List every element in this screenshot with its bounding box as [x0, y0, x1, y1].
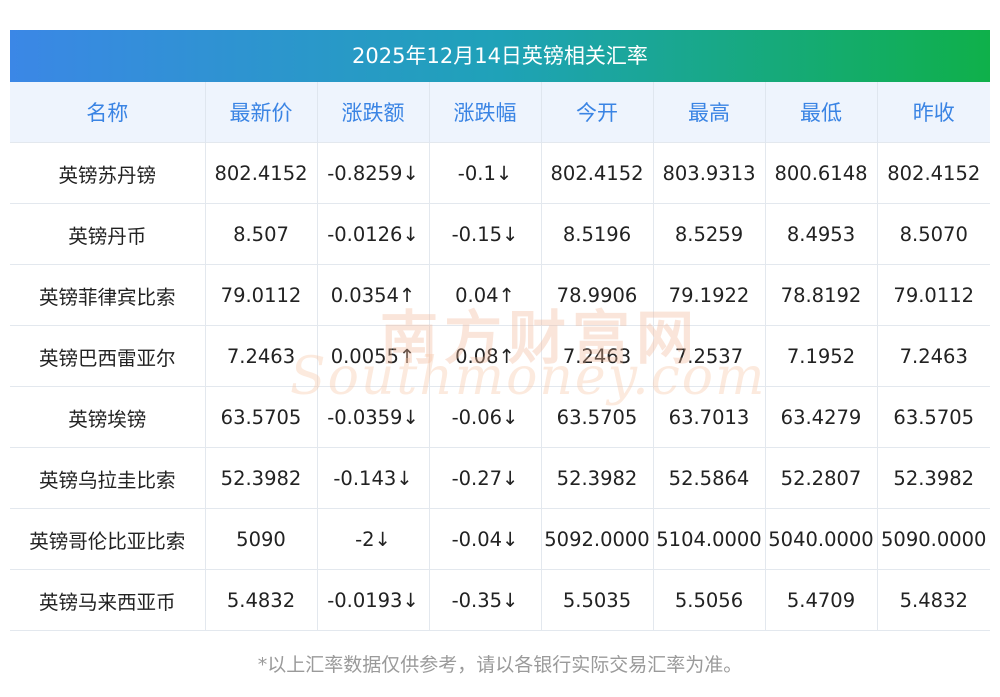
rate-name-cell: 英镑菲律宾比索: [10, 264, 206, 326]
table-row: 英镑苏丹镑 802.4152 -0.8259↓ -0.1↓ 802.4152 803.93…: [10, 142, 990, 204]
latest-price-cell: 5090: [205, 508, 318, 570]
column-header-change: 涨跌额: [317, 82, 430, 143]
table-row: 英镑马来西亚币 5.4832 -0.0193↓ -0.35↓ 5.5035 5.5056 5…: [10, 569, 990, 631]
page-title: 2025年12月14日英镑相关汇率: [10, 30, 990, 82]
latest-price-cell: 802.4152: [205, 142, 318, 204]
table-row: 英镑巴西雷亚尔 7.2463 0.0055↑ 0.08↑ 7.2463 7.2537 7.1…: [10, 325, 990, 387]
low-price-cell: 5.4709: [765, 569, 878, 631]
column-header-latest: 最新价: [205, 82, 318, 143]
open-price-cell: 8.5196: [541, 203, 654, 265]
high-price-cell: 5104.0000: [653, 508, 766, 570]
prev-close-cell: 5090.0000: [877, 508, 990, 570]
prev-close-cell: 52.3982: [877, 447, 990, 509]
disclaimer-note: *以上汇率数据仅供参考，请以各银行实际交易汇率为准。: [257, 654, 743, 676]
open-price-cell: 7.2463: [541, 325, 654, 387]
change-percent-cell: 0.04↑: [429, 264, 542, 326]
rate-name-cell: 英镑丹币: [10, 203, 206, 265]
high-price-cell: 52.5864: [653, 447, 766, 509]
change-percent-cell: -0.27↓: [429, 447, 542, 509]
change-amount-cell: -0.0126↓: [317, 203, 430, 265]
change-amount-cell: 0.0354↑: [317, 264, 430, 326]
prev-close-cell: 5.4832: [877, 569, 990, 631]
change-amount-cell: -0.0193↓: [317, 569, 430, 631]
prev-close-cell: 63.5705: [877, 386, 990, 448]
high-price-cell: 5.5056: [653, 569, 766, 631]
open-price-cell: 63.5705: [541, 386, 654, 448]
column-header-prev-close: 昨收: [877, 82, 990, 143]
table-row: 英镑丹币 8.507 -0.0126↓ -0.15↓ 8.5196 8.5259 8.495…: [10, 203, 990, 265]
table-row: 英镑菲律宾比索 79.0112 0.0354↑ 0.04↑ 78.9906 79.1922…: [10, 264, 990, 326]
change-percent-cell: -0.1↓: [429, 142, 542, 204]
prev-close-cell: 802.4152: [877, 142, 990, 204]
rate-name-cell: 英镑苏丹镑: [10, 142, 206, 204]
prev-close-cell: 8.5070: [877, 203, 990, 265]
change-percent-cell: -0.35↓: [429, 569, 542, 631]
latest-price-cell: 52.3982: [205, 447, 318, 509]
rate-name-cell: 英镑巴西雷亚尔: [10, 325, 206, 387]
latest-price-cell: 5.4832: [205, 569, 318, 631]
low-price-cell: 8.4953: [765, 203, 878, 265]
open-price-cell: 78.9906: [541, 264, 654, 326]
change-percent-cell: -0.04↓: [429, 508, 542, 570]
high-price-cell: 79.1922: [653, 264, 766, 326]
latest-price-cell: 8.507: [205, 203, 318, 265]
low-price-cell: 78.8192: [765, 264, 878, 326]
low-price-cell: 5040.0000: [765, 508, 878, 570]
exchange-rate-table: 名称 最新价 涨跌额 涨跌幅 今开 最高 最低 昨收 英镑苏丹镑 802.4152…: [10, 82, 990, 631]
rate-name-cell: 英镑哥伦比亚比索: [10, 508, 206, 570]
change-amount-cell: -0.143↓: [317, 447, 430, 509]
table-header-row: 名称 最新价 涨跌额 涨跌幅 今开 最高 最低 昨收: [10, 82, 990, 143]
rate-name-cell: 英镑乌拉圭比索: [10, 447, 206, 509]
latest-price-cell: 7.2463: [205, 325, 318, 387]
table-row: 英镑乌拉圭比索 52.3982 -0.143↓ -0.27↓ 52.3982 52.586…: [10, 447, 990, 509]
low-price-cell: 7.1952: [765, 325, 878, 387]
table-row: 英镑哥伦比亚比索 5090 -2↓ -0.04↓ 5092.0000 5104.0000 5…: [10, 508, 990, 570]
change-amount-cell: -2↓: [317, 508, 430, 570]
low-price-cell: 52.2807: [765, 447, 878, 509]
high-price-cell: 63.7013: [653, 386, 766, 448]
prev-close-cell: 7.2463: [877, 325, 990, 387]
high-price-cell: 8.5259: [653, 203, 766, 265]
change-amount-cell: -0.8259↓: [317, 142, 430, 204]
open-price-cell: 5.5035: [541, 569, 654, 631]
column-header-high: 最高: [653, 82, 766, 143]
low-price-cell: 63.4279: [765, 386, 878, 448]
open-price-cell: 802.4152: [541, 142, 654, 204]
table-row: 英镑埃镑 63.5705 -0.0359↓ -0.06↓ 63.5705 63.7013 6…: [10, 386, 990, 448]
column-header-name: 名称: [10, 82, 206, 143]
high-price-cell: 7.2537: [653, 325, 766, 387]
column-header-change-pct: 涨跌幅: [429, 82, 542, 143]
rate-name-cell: 英镑马来西亚币: [10, 569, 206, 631]
high-price-cell: 803.9313: [653, 142, 766, 204]
rate-name-cell: 英镑埃镑: [10, 386, 206, 448]
latest-price-cell: 63.5705: [205, 386, 318, 448]
open-price-cell: 5092.0000: [541, 508, 654, 570]
column-header-open: 今开: [541, 82, 654, 143]
change-percent-cell: -0.15↓: [429, 203, 542, 265]
low-price-cell: 800.6148: [765, 142, 878, 204]
prev-close-cell: 79.0112: [877, 264, 990, 326]
change-percent-cell: -0.06↓: [429, 386, 542, 448]
open-price-cell: 52.3982: [541, 447, 654, 509]
change-percent-cell: 0.08↑: [429, 325, 542, 387]
column-header-low: 最低: [765, 82, 878, 143]
latest-price-cell: 79.0112: [205, 264, 318, 326]
change-amount-cell: 0.0055↑: [317, 325, 430, 387]
change-amount-cell: -0.0359↓: [317, 386, 430, 448]
